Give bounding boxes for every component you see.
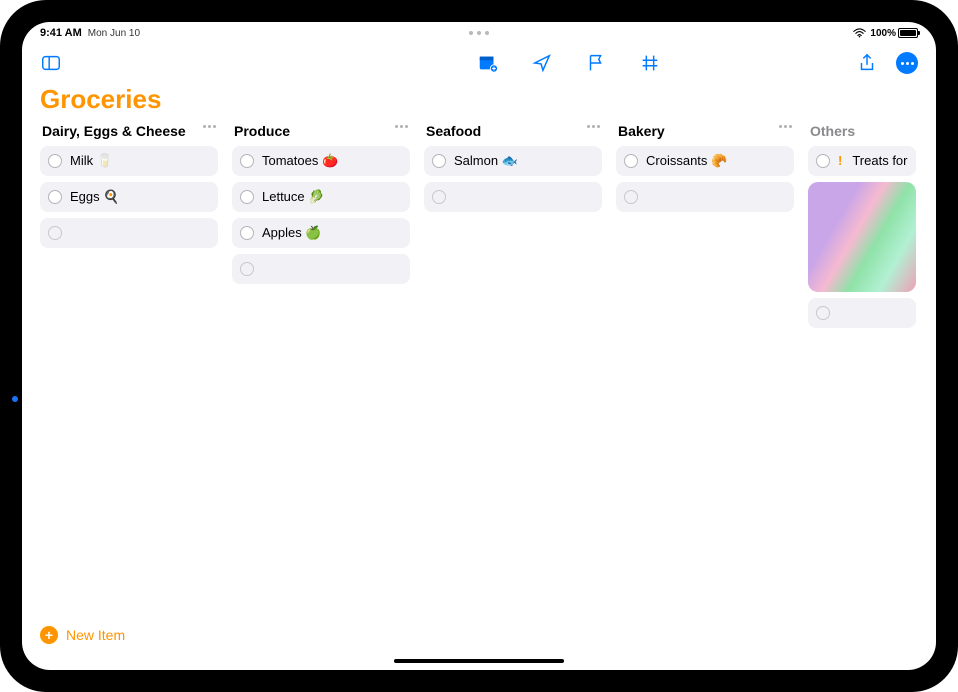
- reminder-label: Treats for: [852, 153, 907, 168]
- toolbar: [22, 42, 936, 84]
- checkbox-icon[interactable]: [240, 226, 254, 240]
- new-item-button[interactable]: + New Item: [40, 626, 125, 644]
- plus-icon: +: [40, 626, 58, 644]
- new-reminder-placeholder[interactable]: [424, 182, 602, 212]
- location-button[interactable]: [531, 52, 553, 74]
- checkbox-icon[interactable]: [48, 190, 62, 204]
- checkbox-icon: [432, 190, 446, 204]
- column-title[interactable]: Dairy, Eggs & Cheese: [42, 123, 186, 140]
- column-title[interactable]: Seafood: [426, 123, 481, 140]
- ipad-frame: 9:41 AM Mon Jun 10 100%: [0, 0, 958, 692]
- home-indicator[interactable]: [394, 659, 564, 663]
- column-more-button[interactable]: [779, 123, 792, 128]
- side-indicator: [12, 396, 18, 402]
- list-title: Groceries: [22, 84, 936, 123]
- status-time: 9:41 AM: [40, 27, 82, 39]
- flag-button[interactable]: [585, 52, 607, 74]
- reminder-label: Milk 🥛: [70, 153, 113, 169]
- new-reminder-placeholder[interactable]: [616, 182, 794, 212]
- reminder-image-thumb[interactable]: [808, 182, 916, 292]
- reminder-label: Salmon 🐟: [454, 153, 518, 169]
- checkbox-icon[interactable]: [432, 154, 446, 168]
- column-title[interactable]: Produce: [234, 123, 290, 140]
- new-reminder-placeholder[interactable]: [808, 298, 916, 328]
- share-button[interactable]: [856, 52, 878, 74]
- checkbox-icon: [816, 306, 830, 320]
- tag-button[interactable]: [639, 52, 661, 74]
- reminder-label: Eggs 🍳: [70, 189, 119, 205]
- checkbox-icon: [240, 262, 254, 276]
- reminder-item[interactable]: Lettuce 🥬: [232, 182, 410, 212]
- battery-percent: 100%: [870, 28, 896, 39]
- column-others: Others ! Treats for: [808, 123, 916, 334]
- checkbox-icon[interactable]: [816, 154, 830, 168]
- column-dairy: Dairy, Eggs & Cheese Milk 🥛 Eggs 🍳: [40, 123, 218, 254]
- reminder-item[interactable]: Milk 🥛: [40, 146, 218, 176]
- screen: 9:41 AM Mon Jun 10 100%: [22, 22, 936, 670]
- new-item-label: New Item: [66, 627, 125, 643]
- checkbox-icon[interactable]: [240, 190, 254, 204]
- column-seafood: Seafood Salmon 🐟: [424, 123, 602, 218]
- multitask-button[interactable]: [469, 31, 489, 35]
- more-button[interactable]: [896, 52, 918, 74]
- column-more-button[interactable]: [395, 123, 408, 128]
- column-more-button[interactable]: [203, 123, 216, 128]
- checkbox-icon: [48, 226, 62, 240]
- column-title[interactable]: Bakery: [618, 123, 665, 140]
- battery-indicator: 100%: [870, 28, 918, 39]
- column-produce: Produce Tomatoes 🍅 Lettuce 🥬 Apples 🍏: [232, 123, 410, 290]
- new-reminder-placeholder[interactable]: [232, 254, 410, 284]
- column-title[interactable]: Others: [810, 123, 855, 140]
- wifi-icon: [853, 28, 866, 38]
- column-more-button[interactable]: [587, 123, 600, 128]
- priority-flag: !: [838, 153, 842, 168]
- reminder-label: Croissants 🥐: [646, 153, 727, 169]
- reminder-item[interactable]: ! Treats for: [808, 146, 916, 176]
- checkbox-icon[interactable]: [624, 154, 638, 168]
- column-bakery: Bakery Croissants 🥐: [616, 123, 794, 218]
- reminder-label: Tomatoes 🍅: [262, 153, 338, 169]
- reminder-item[interactable]: Croissants 🥐: [616, 146, 794, 176]
- checkbox-icon: [624, 190, 638, 204]
- status-date: Mon Jun 10: [88, 28, 140, 39]
- new-reminder-placeholder[interactable]: [40, 218, 218, 248]
- reminder-item[interactable]: Apples 🍏: [232, 218, 410, 248]
- checkbox-icon[interactable]: [48, 154, 62, 168]
- reminder-item[interactable]: Salmon 🐟: [424, 146, 602, 176]
- reminder-item[interactable]: Eggs 🍳: [40, 182, 218, 212]
- reminder-label: Apples 🍏: [262, 225, 322, 241]
- sidebar-toggle-button[interactable]: [40, 52, 62, 74]
- checkbox-icon[interactable]: [240, 154, 254, 168]
- reminder-label: Lettuce 🥬: [262, 189, 324, 205]
- column-view: Dairy, Eggs & Cheese Milk 🥛 Eggs 🍳 Produ…: [22, 123, 936, 334]
- calendar-add-button[interactable]: [477, 52, 499, 74]
- reminder-item[interactable]: Tomatoes 🍅: [232, 146, 410, 176]
